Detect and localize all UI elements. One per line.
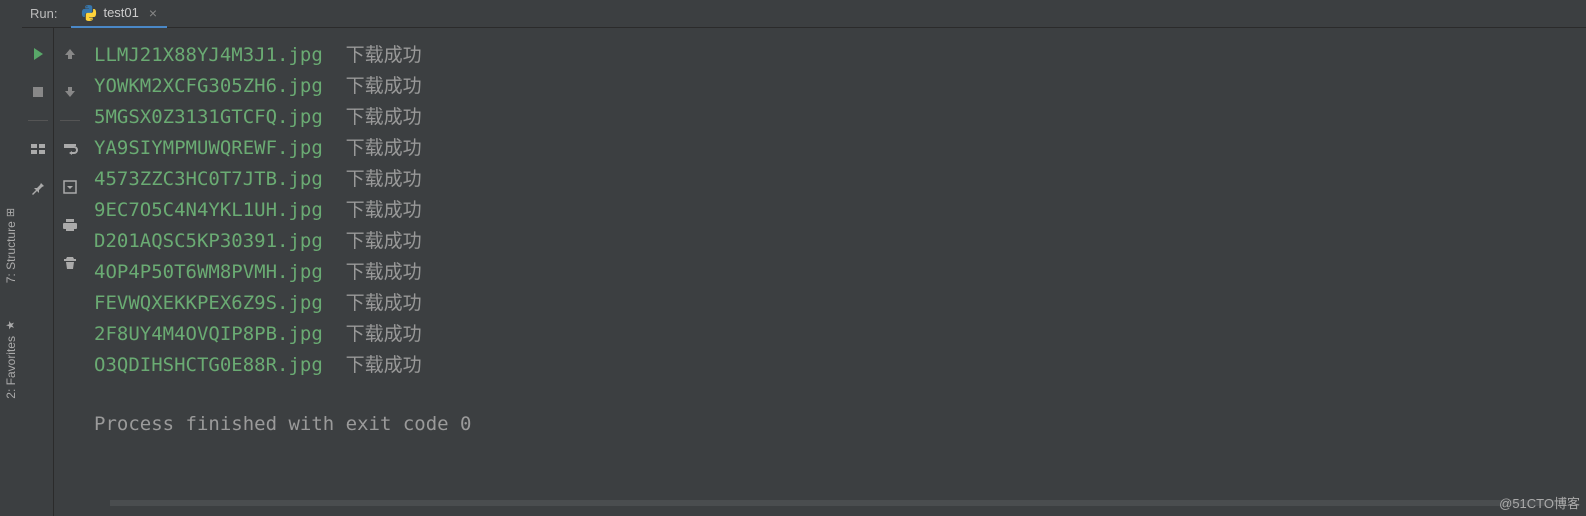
output-filename: LLMJ21X88YJ4M3J1.jpg: [94, 44, 323, 66]
run-config-tab[interactable]: test01 ×: [71, 0, 167, 28]
output-status: 下载成功: [346, 261, 422, 283]
output-filename: 2F8UY4M4OVQIP8PB.jpg: [94, 323, 323, 345]
output-status: 下载成功: [346, 292, 422, 314]
output-filename: D201AQSC5KP30391.jpg: [94, 230, 323, 252]
output-filename: 4OP4P50T6WM8PVMH.jpg: [94, 261, 323, 283]
scroll-to-end-button[interactable]: [58, 175, 82, 199]
run-body: LLMJ21X88YJ4M3J1.jpg 下载成功YOWKM2XCFG305ZH…: [22, 28, 1586, 516]
print-button[interactable]: [58, 213, 82, 237]
run-toolbar-right: [54, 28, 86, 516]
run-header: Run: test01 ×: [22, 0, 1586, 28]
output-line: YA9SIYMPMUWQREWF.jpg 下载成功: [94, 133, 1578, 164]
separator: [28, 120, 48, 121]
output-status: 下载成功: [346, 137, 422, 159]
output-status: 下载成功: [346, 354, 422, 376]
output-filename: FEVWQXEKKPEX6Z9S.jpg: [94, 292, 323, 314]
favorites-label: 2: Favorites: [4, 336, 18, 399]
output-line: 9EC7O5C4N4YKL1UH.jpg 下载成功: [94, 195, 1578, 226]
output-status: 下载成功: [346, 75, 422, 97]
structure-label: 7: Structure: [4, 221, 18, 283]
output-filename: 9EC7O5C4N4YKL1UH.jpg: [94, 199, 323, 221]
output-status: 下载成功: [346, 199, 422, 221]
run-toolbar-left: [22, 28, 54, 516]
down-button[interactable]: [58, 80, 82, 104]
output-line: 4573ZZC3HC0T7JTB.jpg 下载成功: [94, 164, 1578, 195]
structure-tab[interactable]: 7: Structure ⊞: [2, 200, 20, 291]
output-line: 5MGSX0Z3131GTCFQ.jpg 下载成功: [94, 102, 1578, 133]
structure-icon: ⊞: [6, 206, 15, 219]
output-line: 4OP4P50T6WM8PVMH.jpg 下载成功: [94, 257, 1578, 288]
star-icon: ★: [5, 319, 18, 332]
soft-wrap-button[interactable]: [58, 137, 82, 161]
rerun-button[interactable]: [26, 42, 50, 66]
output-line: O3QDIHSHCTG0E88R.jpg 下载成功: [94, 350, 1578, 381]
output-filename: 4573ZZC3HC0T7JTB.jpg: [94, 168, 323, 190]
output-filename: YOWKM2XCFG305ZH6.jpg: [94, 75, 323, 97]
console-output[interactable]: LLMJ21X88YJ4M3J1.jpg 下载成功YOWKM2XCFG305ZH…: [86, 28, 1586, 516]
output-filename: YA9SIYMPMUWQREWF.jpg: [94, 137, 323, 159]
output-status: 下载成功: [346, 44, 422, 66]
output-line: D201AQSC5KP30391.jpg 下载成功: [94, 226, 1578, 257]
pin-button[interactable]: [26, 175, 50, 199]
output-status: 下载成功: [346, 230, 422, 252]
separator: [60, 120, 80, 121]
layout-button[interactable]: [26, 137, 50, 161]
close-icon[interactable]: ×: [149, 5, 157, 21]
run-label: Run:: [30, 6, 57, 21]
output-status: 下载成功: [346, 323, 422, 345]
output-line: FEVWQXEKKPEX6Z9S.jpg 下载成功: [94, 288, 1578, 319]
delete-button[interactable]: [58, 251, 82, 275]
output-line: 2F8UY4M4OVQIP8PB.jpg 下载成功: [94, 319, 1578, 350]
exit-message: Process finished with exit code 0: [94, 409, 1578, 440]
stop-button[interactable]: [26, 80, 50, 104]
output-status: 下载成功: [346, 106, 422, 128]
output-line: LLMJ21X88YJ4M3J1.jpg 下载成功: [94, 40, 1578, 71]
scrollbar-placeholder: [110, 500, 1566, 506]
output-filename: 5MGSX0Z3131GTCFQ.jpg: [94, 106, 323, 128]
left-tool-strip: 7: Structure ⊞ 2: Favorites ★: [0, 0, 22, 516]
python-icon: [81, 5, 97, 21]
tab-name: test01: [103, 5, 138, 20]
output-status: 下载成功: [346, 168, 422, 190]
output-filename: O3QDIHSHCTG0E88R.jpg: [94, 354, 323, 376]
watermark: @51CTO博客: [1499, 493, 1580, 512]
favorites-tab[interactable]: 2: Favorites ★: [2, 311, 20, 407]
up-button[interactable]: [58, 42, 82, 66]
run-tool-window: Run: test01 ×: [22, 0, 1586, 516]
output-line: YOWKM2XCFG305ZH6.jpg 下载成功: [94, 71, 1578, 102]
